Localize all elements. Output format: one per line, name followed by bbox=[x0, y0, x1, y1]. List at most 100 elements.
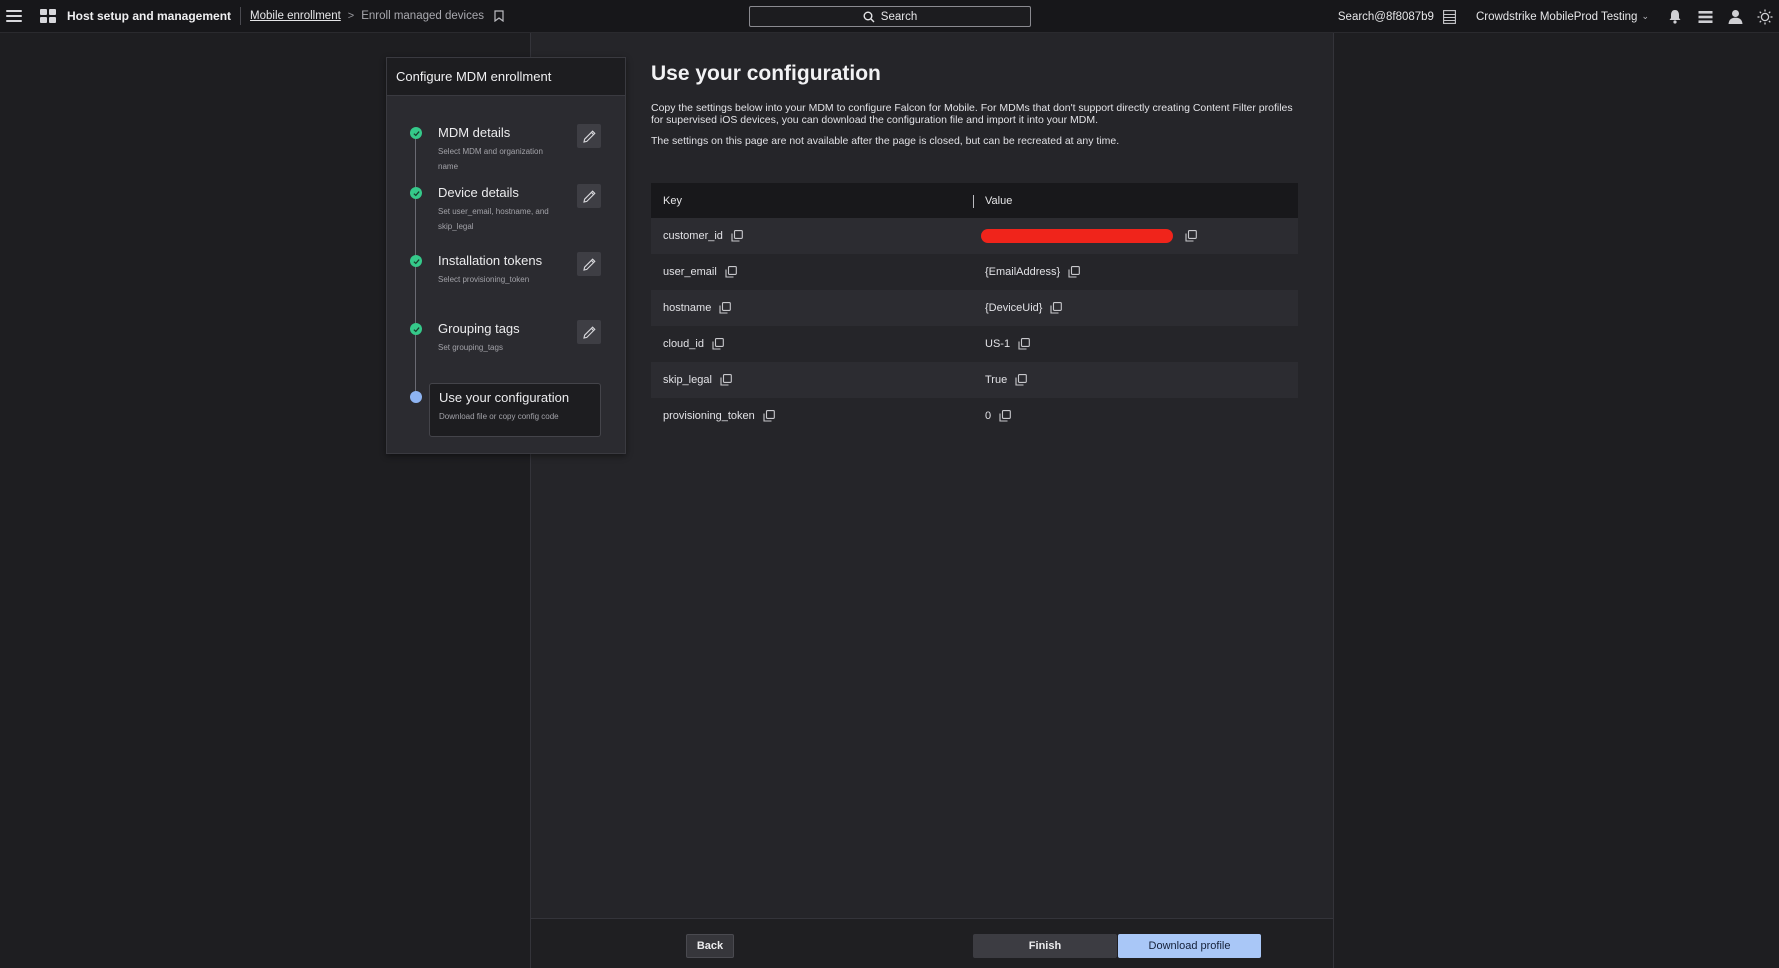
edit-grouping-tags-button[interactable] bbox=[577, 320, 601, 344]
step-mdm-details[interactable]: MDM details Select MDM and organization … bbox=[387, 119, 627, 175]
step-title: Installation tokens bbox=[438, 253, 543, 268]
tenant-selector[interactable]: Crowdstrike MobileProd Testing bbox=[1476, 11, 1638, 23]
step-installation-tokens[interactable]: Installation tokens Select provisioning_… bbox=[387, 247, 627, 303]
check-icon bbox=[410, 255, 422, 267]
page-note: The settings on this page are not availa… bbox=[651, 135, 1120, 147]
step-subtitle: Select MDM and organization name bbox=[438, 147, 543, 171]
top-bar-left: Host setup and management Mobile enrollm… bbox=[0, 0, 504, 33]
cell-value: US-1 bbox=[974, 338, 1030, 350]
table-icon[interactable] bbox=[1442, 9, 1458, 25]
pencil-icon bbox=[582, 257, 596, 271]
step-body-active: Use your configuration Download file or … bbox=[429, 383, 601, 437]
finish-button[interactable]: Finish bbox=[973, 934, 1117, 958]
activity-icon[interactable] bbox=[1697, 9, 1713, 25]
copy-icon[interactable] bbox=[719, 302, 732, 314]
table-row: user_email {EmailAddress} bbox=[651, 254, 1298, 290]
check-icon bbox=[410, 127, 422, 139]
cell-value: True bbox=[974, 374, 1028, 386]
copy-icon[interactable] bbox=[731, 230, 743, 242]
config-table: Key Value customer_id user_email {EmailA… bbox=[651, 183, 1298, 434]
copy-icon[interactable] bbox=[1185, 230, 1197, 242]
top-bar-right: Search@8f8087b9 Crowdstrike MobileProd T… bbox=[1338, 0, 1779, 33]
check-icon bbox=[410, 323, 422, 335]
copy-icon[interactable] bbox=[712, 338, 724, 350]
user-search-id: Search@8f8087b9 bbox=[1337, 10, 1434, 23]
page-title: Use your configuration bbox=[651, 62, 881, 85]
step-grouping-tags[interactable]: Grouping tags Set grouping_tags bbox=[387, 315, 627, 371]
edit-device-details-button[interactable] bbox=[577, 184, 601, 208]
key-text: skip_legal bbox=[663, 374, 712, 386]
step-subtitle: Select provisioning_token bbox=[438, 275, 530, 284]
value-text: True bbox=[985, 374, 1008, 386]
content-area bbox=[530, 33, 1334, 968]
column-header-key: Key bbox=[651, 183, 974, 218]
cell-value: 0 bbox=[974, 410, 1011, 422]
cell-value: {EmailAddress} bbox=[974, 266, 1081, 278]
step-body: MDM details Select MDM and organization … bbox=[429, 119, 601, 173]
cell-value bbox=[974, 229, 1197, 243]
bell-icon[interactable] bbox=[1667, 9, 1683, 25]
breadcrumb-separator: > bbox=[347, 10, 355, 22]
edit-installation-tokens-button[interactable] bbox=[577, 252, 601, 276]
table-row: skip_legal True bbox=[651, 362, 1298, 398]
chevron-down-icon[interactable]: ⌄ bbox=[1641, 11, 1649, 22]
page-description: Copy the settings below into your MDM to… bbox=[651, 102, 1293, 126]
copy-icon[interactable] bbox=[725, 266, 737, 278]
key-text: cloud_id bbox=[663, 338, 704, 350]
breadcrumb-current: Enroll managed devices bbox=[361, 10, 484, 22]
edit-mdm-details-button[interactable] bbox=[577, 124, 601, 148]
top-bar: Host setup and management Mobile enrollm… bbox=[0, 0, 1779, 33]
step-title: Device details bbox=[438, 185, 519, 200]
value-text: {EmailAddress} bbox=[985, 266, 1061, 278]
menu-icon[interactable] bbox=[6, 10, 22, 22]
cell-key: hostname bbox=[651, 302, 974, 314]
app-grid-icon bbox=[40, 9, 56, 23]
step-use-your-configuration[interactable]: Use your configuration Download file or … bbox=[387, 383, 627, 439]
copy-icon[interactable] bbox=[763, 410, 775, 422]
step-subtitle: Set user_email, hostname, and skip_legal bbox=[438, 207, 549, 231]
step-body: Device details Set user_email, hostname,… bbox=[429, 179, 601, 233]
search-label: Search bbox=[880, 10, 918, 23]
table-row: customer_id bbox=[651, 218, 1298, 254]
download-profile-button[interactable]: Download profile bbox=[1118, 934, 1261, 958]
theme-icon[interactable] bbox=[1757, 9, 1773, 25]
user-icon[interactable] bbox=[1727, 9, 1743, 25]
key-text: provisioning_token bbox=[663, 410, 755, 422]
step-title: Use your configuration bbox=[439, 390, 570, 405]
pencil-icon bbox=[582, 325, 596, 339]
table-row: hostname {DeviceUid} bbox=[651, 290, 1298, 326]
steps-panel-title: Configure MDM enrollment bbox=[387, 58, 625, 96]
value-text: {DeviceUid} bbox=[985, 302, 1043, 314]
check-icon bbox=[410, 187, 422, 199]
value-text: US-1 bbox=[985, 338, 1011, 350]
copy-icon[interactable] bbox=[1050, 302, 1063, 314]
table-row: cloud_id US-1 bbox=[651, 326, 1298, 362]
step-title: Grouping tags bbox=[438, 321, 520, 336]
cell-key: user_email bbox=[651, 266, 974, 278]
cell-value: {DeviceUid} bbox=[974, 302, 1063, 314]
search-icon bbox=[863, 11, 875, 22]
back-button[interactable]: Back bbox=[686, 934, 734, 958]
copy-icon[interactable] bbox=[1068, 266, 1081, 278]
app-title: Host setup and management bbox=[67, 9, 232, 23]
bookmark-icon[interactable] bbox=[494, 10, 504, 22]
copy-icon[interactable] bbox=[1015, 374, 1028, 386]
pencil-icon bbox=[582, 189, 596, 203]
breadcrumb-mobile-enrollment[interactable]: Mobile enrollment bbox=[250, 10, 341, 22]
cell-key: skip_legal bbox=[651, 374, 974, 386]
copy-icon[interactable] bbox=[1018, 338, 1030, 350]
table-row: provisioning_token 0 bbox=[651, 398, 1298, 434]
copy-icon[interactable] bbox=[720, 374, 732, 386]
step-device-details[interactable]: Device details Set user_email, hostname,… bbox=[387, 179, 627, 235]
key-text: customer_id bbox=[663, 230, 723, 242]
cell-key: cloud_id bbox=[651, 338, 974, 350]
step-body: Installation tokens Select provisioning_… bbox=[429, 247, 601, 301]
global-search[interactable]: Search bbox=[749, 6, 1031, 27]
step-subtitle: Download file or copy config code bbox=[439, 412, 559, 421]
key-text: user_email bbox=[663, 266, 717, 278]
steps-panel: Configure MDM enrollment MDM details Sel… bbox=[386, 57, 626, 454]
cell-key: provisioning_token bbox=[651, 410, 974, 422]
table-header: Key Value bbox=[651, 183, 1298, 218]
copy-icon[interactable] bbox=[999, 410, 1011, 422]
divider bbox=[240, 7, 242, 25]
